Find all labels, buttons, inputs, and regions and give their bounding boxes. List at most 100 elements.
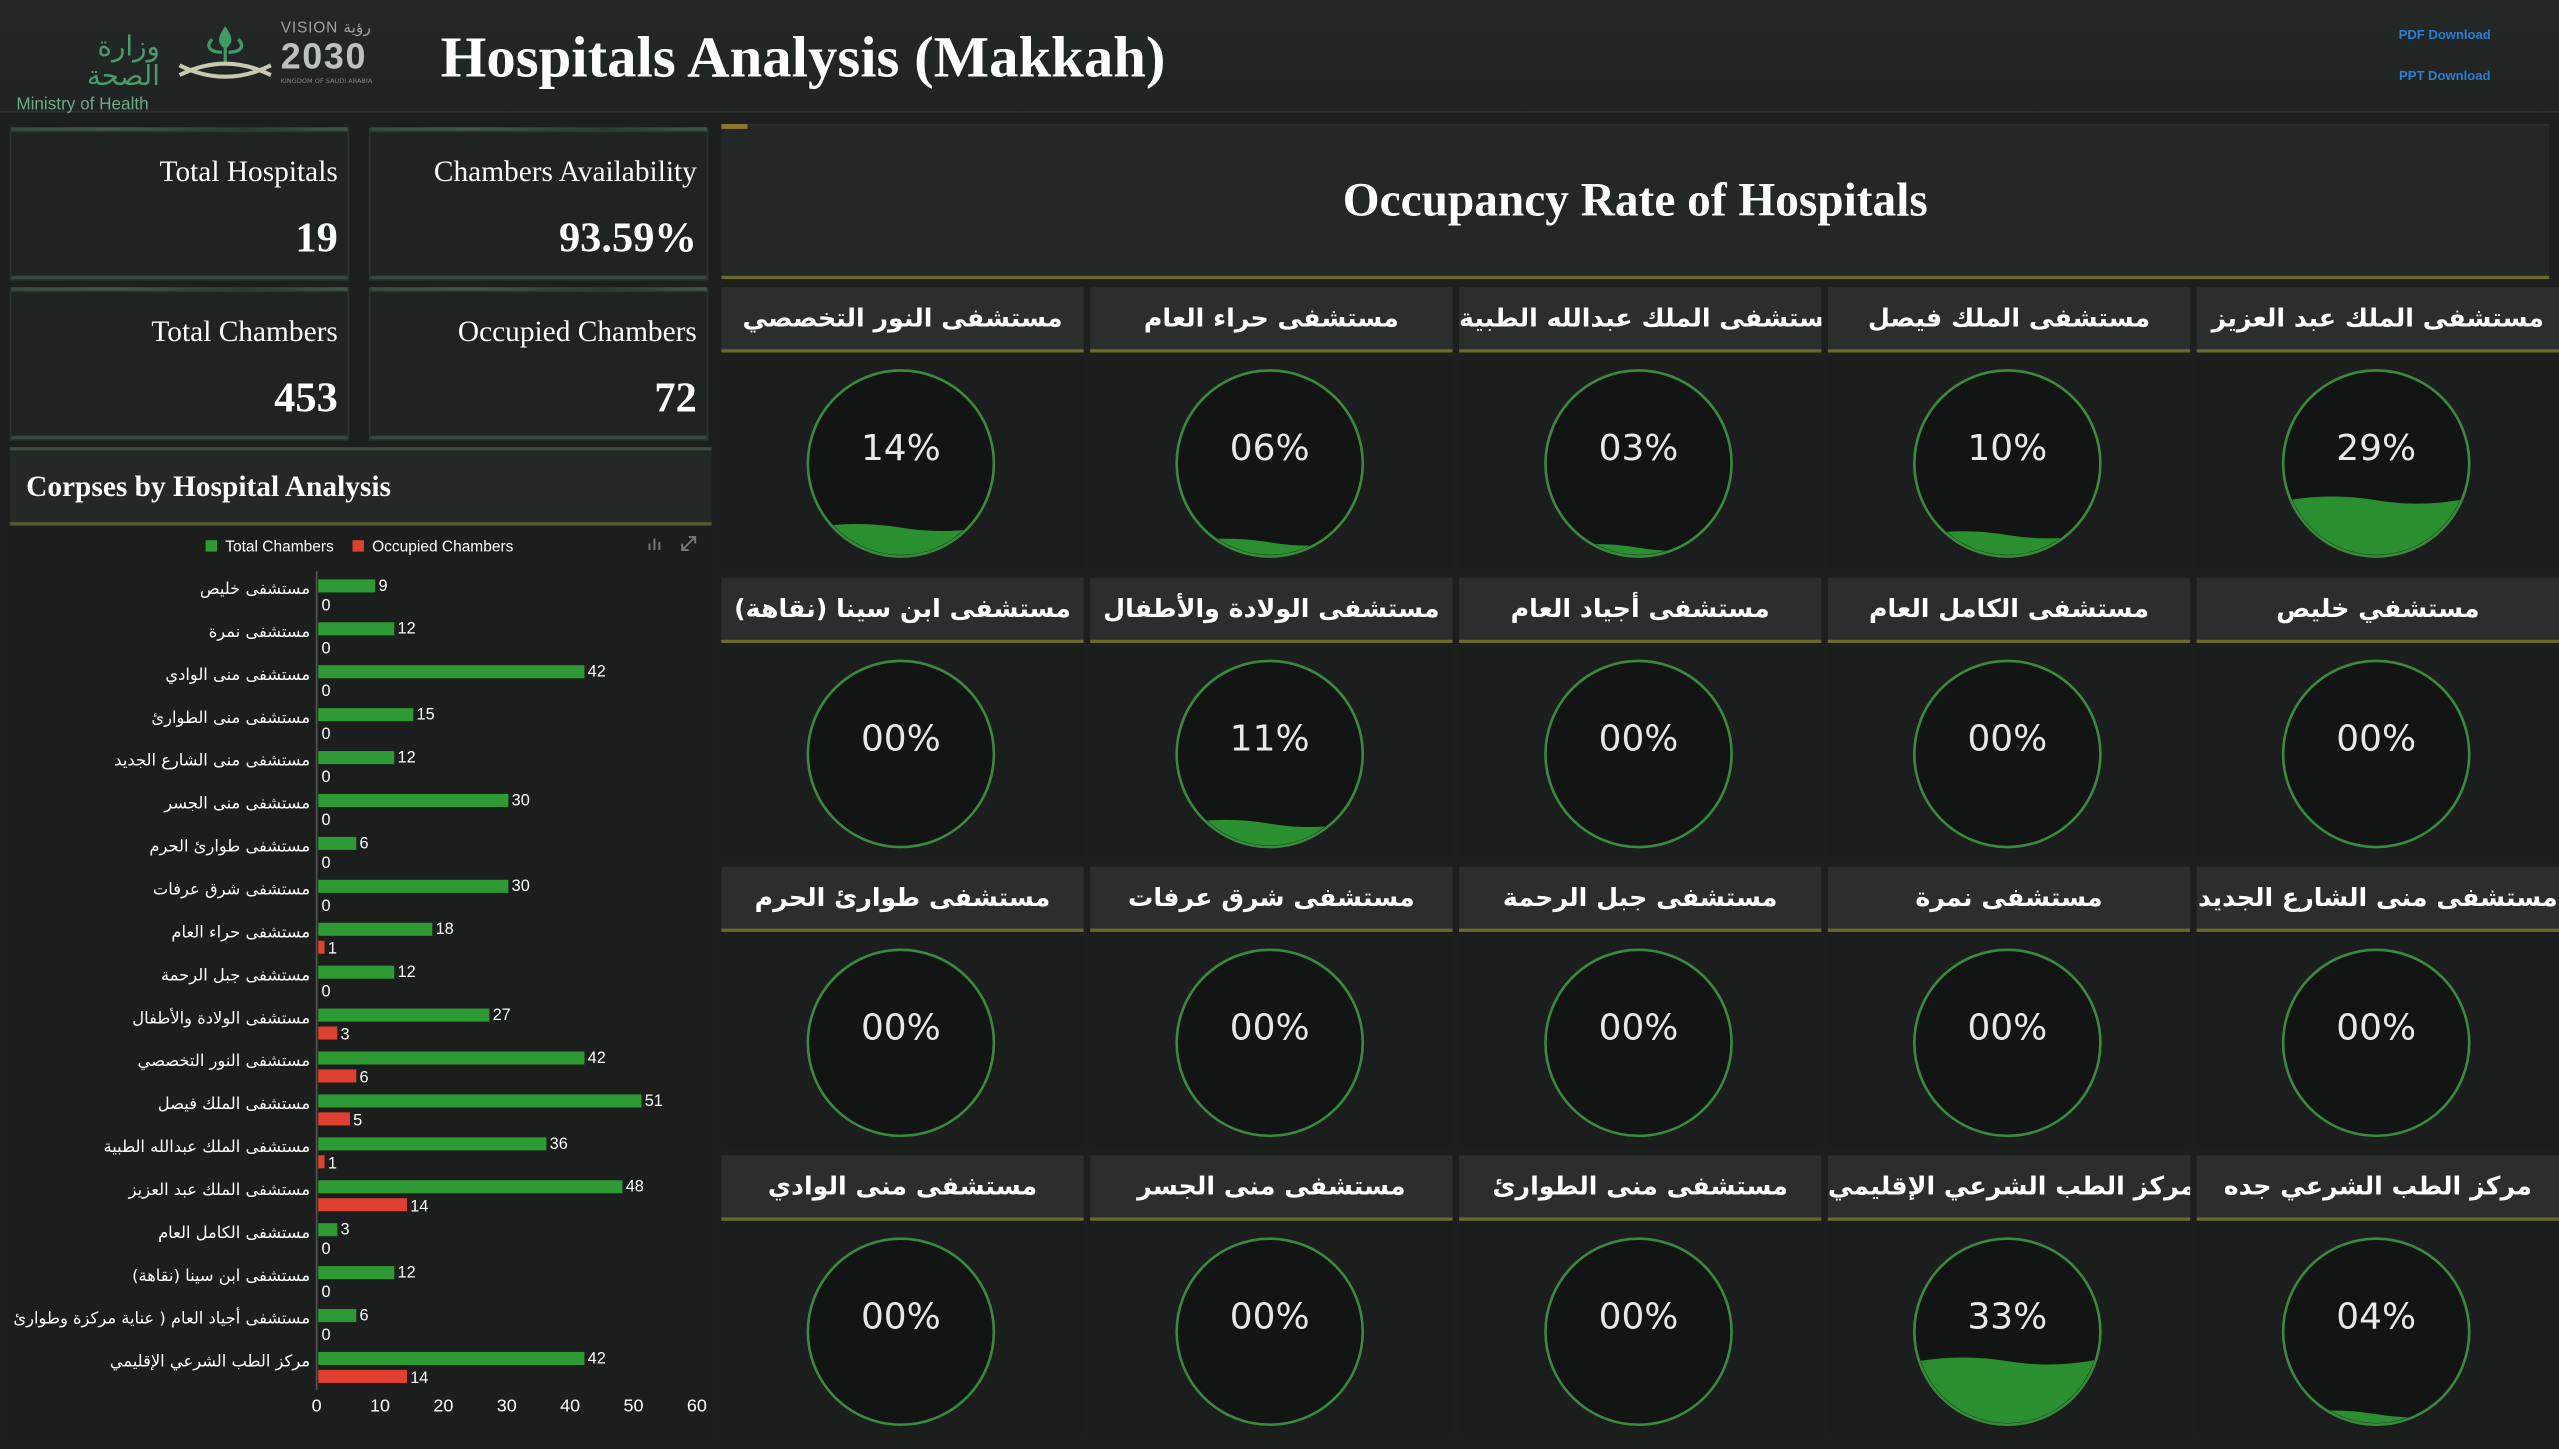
bar-occupied-chambers[interactable] bbox=[318, 1369, 407, 1383]
hospital-name: مستشفى منى الجسر bbox=[1090, 1155, 1453, 1221]
occupancy-tile[interactable]: مستشفى منى الشارع الجديد 00% bbox=[2196, 866, 2559, 1148]
occupancy-gauge: 00% bbox=[1913, 948, 2102, 1138]
bar-total-chambers[interactable] bbox=[318, 793, 509, 808]
kpi-value: 453 bbox=[274, 373, 338, 422]
category-label: مستشفى طوارئ الحرم bbox=[149, 837, 310, 857]
bar-value-label: 0 bbox=[322, 1240, 331, 1258]
occupancy-tile[interactable]: مركز الطب الشرعي جده 04% bbox=[2196, 1155, 2559, 1437]
occupancy-gauge: 10% bbox=[1913, 369, 2102, 558]
x-tick-label: 60 bbox=[687, 1396, 707, 1416]
occupancy-tile[interactable]: مستشفى جبل الرحمة 00% bbox=[1459, 866, 1822, 1148]
kpi-label: Total Chambers bbox=[151, 314, 338, 348]
bar-value-label: 1 bbox=[328, 1154, 337, 1172]
occupancy-gauge: 00% bbox=[2281, 948, 2471, 1138]
hospital-name: مستشفى الملك عبد العزيز bbox=[2196, 287, 2559, 353]
occupancy-tile[interactable]: مستشفى الكامل العام 00% bbox=[1827, 577, 2191, 859]
occupancy-tile[interactable]: مستشفى ابن سينا (نقاهة) 00% bbox=[721, 577, 1084, 859]
bar-occupied-chambers[interactable] bbox=[318, 1026, 338, 1040]
bar-total-chambers[interactable] bbox=[318, 622, 395, 636]
occupancy-tile[interactable]: مستشفى الولادة والأطفال 11% bbox=[1090, 577, 1453, 859]
bar-value-label: 36 bbox=[550, 1135, 568, 1153]
legend-label-total: Total Chambers bbox=[225, 539, 334, 556]
occupancy-tile[interactable]: مستشفي خليص 00% bbox=[2196, 577, 2559, 859]
bar-value-label: 15 bbox=[417, 706, 435, 724]
bar-total-chambers[interactable] bbox=[318, 1051, 585, 1065]
bar-total-chambers[interactable] bbox=[318, 922, 433, 936]
occupancy-gauge: 00% bbox=[2281, 659, 2471, 849]
occupancy-tile[interactable]: مستشفى منى الجسر 00% bbox=[1090, 1155, 1453, 1437]
bar-value-label: 6 bbox=[360, 1306, 369, 1324]
bar-occupied-chambers[interactable] bbox=[318, 940, 325, 954]
bar-occupied-chambers[interactable] bbox=[318, 1069, 357, 1083]
occupancy-gauge: 06% bbox=[1175, 369, 1365, 558]
gauge-percent-label: 00% bbox=[1967, 719, 2047, 760]
bar-total-chambers[interactable] bbox=[318, 1266, 395, 1280]
bar-value-label: 14 bbox=[410, 1369, 428, 1387]
ppt-download-button[interactable]: PPT Download bbox=[2376, 69, 2513, 84]
kpi-label: Chambers Availability bbox=[433, 155, 697, 188]
kpi-value: 19 bbox=[295, 213, 338, 262]
category-label: مستشفى الكامل العام bbox=[158, 1223, 310, 1242]
x-tick-label: 10 bbox=[370, 1396, 390, 1416]
bar-total-chambers[interactable] bbox=[318, 1351, 585, 1366]
occupancy-tile[interactable]: مستشفى الملك عبدالله الطبية 03% bbox=[1459, 287, 1822, 568]
bar-total-chambers[interactable] bbox=[318, 751, 395, 765]
bar-total-chambers[interactable] bbox=[318, 1223, 338, 1237]
occupancy-tile[interactable]: مستشفى النور التخصصي 14% bbox=[721, 287, 1084, 568]
kpi-total-hospitals: Total Hospitals 19 bbox=[9, 127, 350, 281]
bar-occupied-chambers[interactable] bbox=[318, 1198, 407, 1212]
hospital-name: مستشفى حراء العام bbox=[1090, 287, 1453, 353]
gauge-percent-label: 11% bbox=[1230, 719, 1310, 760]
occupancy-tile[interactable]: مستشفى شرق عرفات 00% bbox=[1090, 866, 1453, 1148]
occupancy-tile[interactable]: مستشفى حراء العام 06% bbox=[1090, 287, 1453, 568]
bar-value-label: 0 bbox=[322, 725, 331, 743]
ministry-arabic-name: وزارة الصحة bbox=[86, 31, 160, 94]
gauge-percent-label: 00% bbox=[1599, 1296, 1679, 1337]
gauge-percent-label: 00% bbox=[1230, 1008, 1310, 1049]
bar-total-chambers[interactable] bbox=[318, 836, 357, 850]
category-label: مركز الطب الشرعي الإقليمي bbox=[110, 1352, 310, 1372]
occupancy-tile[interactable]: مستشفى الملك عبد العزيز 29% bbox=[2196, 287, 2559, 568]
bar-value-label: 42 bbox=[588, 663, 606, 681]
bar-value-label: 0 bbox=[322, 811, 331, 829]
bar-total-chambers[interactable] bbox=[318, 665, 585, 679]
bar-total-chambers[interactable] bbox=[318, 965, 395, 979]
bar-chart-icon[interactable] bbox=[648, 538, 661, 550]
occupancy-tile[interactable]: مستشفى نمرة 00% bbox=[1827, 866, 2191, 1148]
occupancy-tile[interactable]: مركز الطب الشرعي الإقليمي 33% bbox=[1827, 1155, 2191, 1437]
bar-total-chambers[interactable] bbox=[318, 579, 376, 593]
occupancy-tile[interactable]: مستشفى منى الطوارئ 00% bbox=[1459, 1155, 1822, 1437]
occupancy-gauge: 04% bbox=[2281, 1237, 2471, 1427]
gauge-percent-label: 00% bbox=[1599, 1008, 1679, 1049]
expand-icon[interactable] bbox=[681, 535, 697, 551]
bar-occupied-chambers[interactable] bbox=[318, 1155, 325, 1169]
bar-total-chambers[interactable] bbox=[318, 1180, 623, 1194]
bar-value-label: 0 bbox=[322, 768, 331, 786]
gauge-percent-label: 00% bbox=[2336, 719, 2416, 760]
occupancy-tile[interactable]: مستشفى منى الوادي 00% bbox=[721, 1155, 1084, 1437]
category-label: مستشفى الملك عبدالله الطبية bbox=[103, 1137, 310, 1156]
bar-value-label: 3 bbox=[341, 1026, 350, 1044]
chart-legend[interactable]: Total Chambers Occupied Chambers bbox=[205, 539, 514, 556]
bar-total-chambers[interactable] bbox=[318, 879, 509, 893]
page-title: Hospitals Analysis (Makkah) bbox=[440, 24, 1166, 90]
category-label: مستشفى أجياد العام ( عناية مركزة وطوارئ … bbox=[10, 1308, 310, 1329]
bar-value-label: 3 bbox=[341, 1221, 350, 1239]
bar-total-chambers[interactable] bbox=[318, 1008, 490, 1022]
occupancy-tile[interactable]: مستشفى طوارئ الحرم 00% bbox=[721, 866, 1084, 1148]
pdf-download-button[interactable]: PDF Download bbox=[2376, 28, 2513, 43]
occupancy-tile[interactable]: مستشفى أجياد العام 00% bbox=[1459, 577, 1822, 859]
hospital-name: مركز الطب الشرعي جده bbox=[2196, 1155, 2559, 1221]
x-tick-label: 50 bbox=[624, 1396, 644, 1416]
bar-occupied-chambers[interactable] bbox=[318, 1112, 350, 1126]
ministry-logo: وزارة الصحة Ministry of Health bbox=[16, 33, 179, 115]
bar-total-chambers[interactable] bbox=[318, 1137, 547, 1151]
bar-value-label: 14 bbox=[410, 1197, 428, 1215]
bar-total-chambers[interactable] bbox=[318, 1309, 357, 1323]
bar-total-chambers[interactable] bbox=[318, 708, 414, 722]
bar-total-chambers[interactable] bbox=[318, 1094, 642, 1108]
bar-value-label: 48 bbox=[626, 1178, 644, 1196]
kpi-label: Occupied Chambers bbox=[457, 314, 697, 348]
occupancy-tile[interactable]: مستشفى الملك فيصل 10% bbox=[1827, 287, 2191, 568]
occupancy-gauge: 00% bbox=[1544, 1237, 1733, 1427]
